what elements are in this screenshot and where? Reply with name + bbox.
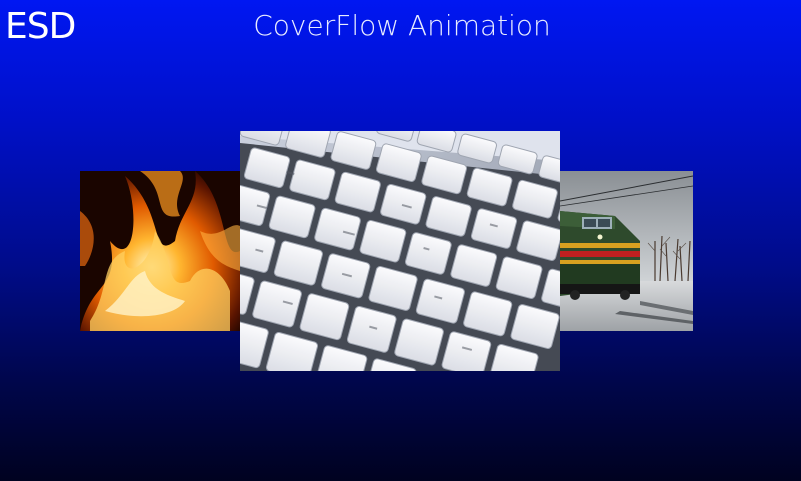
fire-image [80,171,240,331]
coverflow-item-fire[interactable] [80,171,240,331]
keyboard-image [240,131,560,371]
coverflow-item-train[interactable] [560,171,693,331]
page-title: CoverFlow Animation [253,9,551,42]
coverflow-item-keyboard[interactable] [240,131,560,371]
train-image [560,171,693,331]
